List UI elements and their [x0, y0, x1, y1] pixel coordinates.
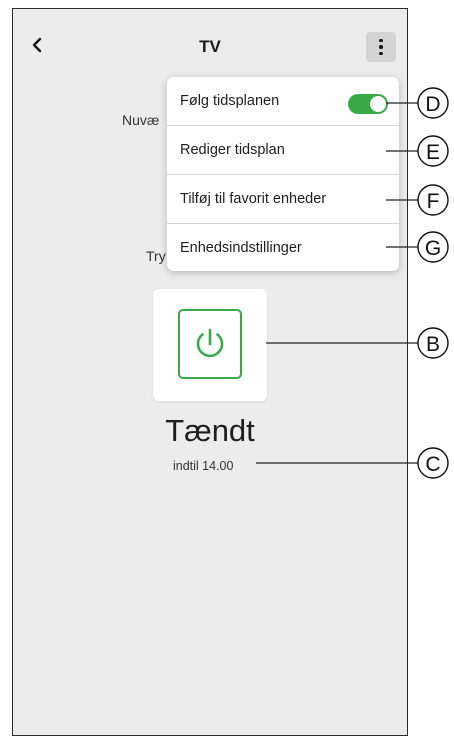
menu-item-label: Tilføj til favorit enheder [180, 191, 327, 207]
more-options-button[interactable] [366, 32, 396, 62]
menu-item-label: Følg tidsplanen [180, 93, 280, 109]
menu-item-follow-schedule[interactable]: Følg tidsplanen [167, 77, 399, 125]
callout-e [417, 135, 449, 167]
menu-item-device-settings[interactable]: Enhedsindstillinger [167, 223, 399, 271]
kebab-menu-icon [379, 38, 383, 43]
menu-item-label: Rediger tidsplan [180, 142, 285, 158]
callout-d-label: D [425, 93, 440, 116]
phone-screen: TV Nuvæ Try Følg tidsplanen Rediger tids… [12, 8, 408, 736]
menu-item-edit-schedule[interactable]: Rediger tidsplan [167, 125, 399, 174]
until-time: indtil 14.00 [173, 459, 234, 473]
options-menu: Følg tidsplanen Rediger tidsplan Tilføj … [167, 77, 399, 271]
callout-g [417, 231, 449, 263]
callout-d [417, 87, 449, 119]
current-label-partial: Nuvæ [122, 112, 160, 128]
schedule-toggle[interactable] [348, 94, 388, 114]
power-button-card[interactable] [153, 289, 267, 401]
try-label-partial: Try [146, 248, 166, 264]
callout-c-label: C [425, 453, 440, 476]
callout-f-label: F [427, 190, 440, 213]
menu-item-label: Enhedsindstillinger [180, 240, 302, 256]
page-title: TV [199, 37, 221, 56]
callout-e-label: E [426, 141, 440, 164]
callout-f [417, 184, 449, 216]
device-state: Tændt [165, 413, 255, 448]
callout-b-label: B [426, 333, 440, 356]
power-icon [196, 328, 224, 358]
callout-c [417, 447, 449, 479]
menu-item-add-favorite[interactable]: Tilføj til favorit enheder [167, 174, 399, 223]
power-button[interactable] [178, 309, 242, 379]
callout-b [417, 327, 449, 359]
callout-g-label: G [425, 237, 441, 260]
